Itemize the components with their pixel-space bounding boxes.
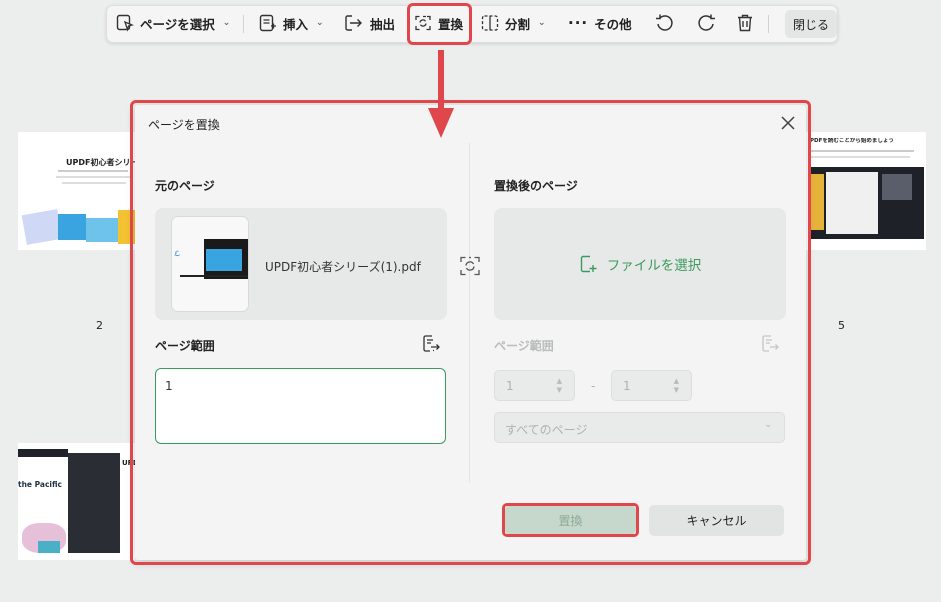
- text-line: [58, 170, 128, 172]
- page-thumbnail-2[interactable]: UPDF初心者シリーズ: [18, 132, 135, 250]
- close-button[interactable]: 閉じる: [785, 10, 837, 38]
- text-line: [810, 156, 910, 158]
- more-menu[interactable]: ··· その他: [568, 9, 632, 37]
- screenshot-page: [826, 172, 878, 234]
- delete-button[interactable]: [736, 9, 754, 37]
- illustration: [18, 449, 68, 457]
- thumbnail-title: UPDF初心者シリーズ: [66, 158, 135, 167]
- extract-icon: [345, 15, 362, 31]
- text-line: [810, 150, 914, 152]
- redo-button[interactable]: [695, 9, 717, 37]
- chevron-down-icon: ⌄: [222, 18, 231, 28]
- trash-icon: [738, 14, 752, 32]
- chevron-down-icon: ⌄: [538, 18, 546, 28]
- split-menu[interactable]: 分割 ⌄: [481, 9, 546, 37]
- text-line: [62, 182, 126, 184]
- page-number: 2: [96, 319, 103, 332]
- insert-label: 挿入: [283, 16, 309, 32]
- page-number: 5: [838, 319, 845, 332]
- page-thumbnail-5[interactable]: PDFを読むことから始めましょう: [806, 132, 926, 250]
- split-icon: [481, 15, 499, 31]
- select-pages-icon: [116, 14, 134, 32]
- thumbnail-heading: PDFを読むことから始めましょう: [810, 138, 894, 144]
- replace-highlight-box: [407, 3, 472, 45]
- undo-button[interactable]: [654, 9, 676, 37]
- toolbar-divider: [768, 15, 769, 33]
- extract-button[interactable]: 抽出: [344, 9, 395, 37]
- chevron-down-icon: ⌄: [316, 18, 324, 28]
- screenshot-panel: [810, 174, 824, 230]
- more-dots-icon: ···: [568, 14, 589, 32]
- annotation-arrow: [428, 50, 454, 138]
- illustration: [58, 214, 86, 240]
- toolbar-divider: [243, 15, 244, 33]
- dialog-highlight-box: [130, 100, 811, 565]
- select-pages-label: ページを選択: [140, 16, 215, 32]
- illustration: [38, 541, 60, 553]
- screenshot-panel: [882, 174, 912, 200]
- thumbnail-caption: the Pacific: [18, 480, 63, 489]
- redo-icon: [698, 14, 715, 31]
- text-line: [56, 176, 130, 178]
- extract-label: 抽出: [370, 16, 396, 32]
- insert-menu[interactable]: 挿入 ⌄: [259, 9, 324, 37]
- split-label: 分割: [505, 16, 531, 32]
- more-label: その他: [594, 16, 632, 32]
- page-thumbnail-4[interactable]: the Pacific UPD: [18, 443, 135, 560]
- screenshot-panel: [68, 453, 120, 553]
- undo-icon: [656, 14, 673, 31]
- illustration: [21, 209, 63, 245]
- insert-icon: [259, 14, 276, 32]
- select-pages-menu[interactable]: ページを選択 ⌄: [116, 9, 230, 37]
